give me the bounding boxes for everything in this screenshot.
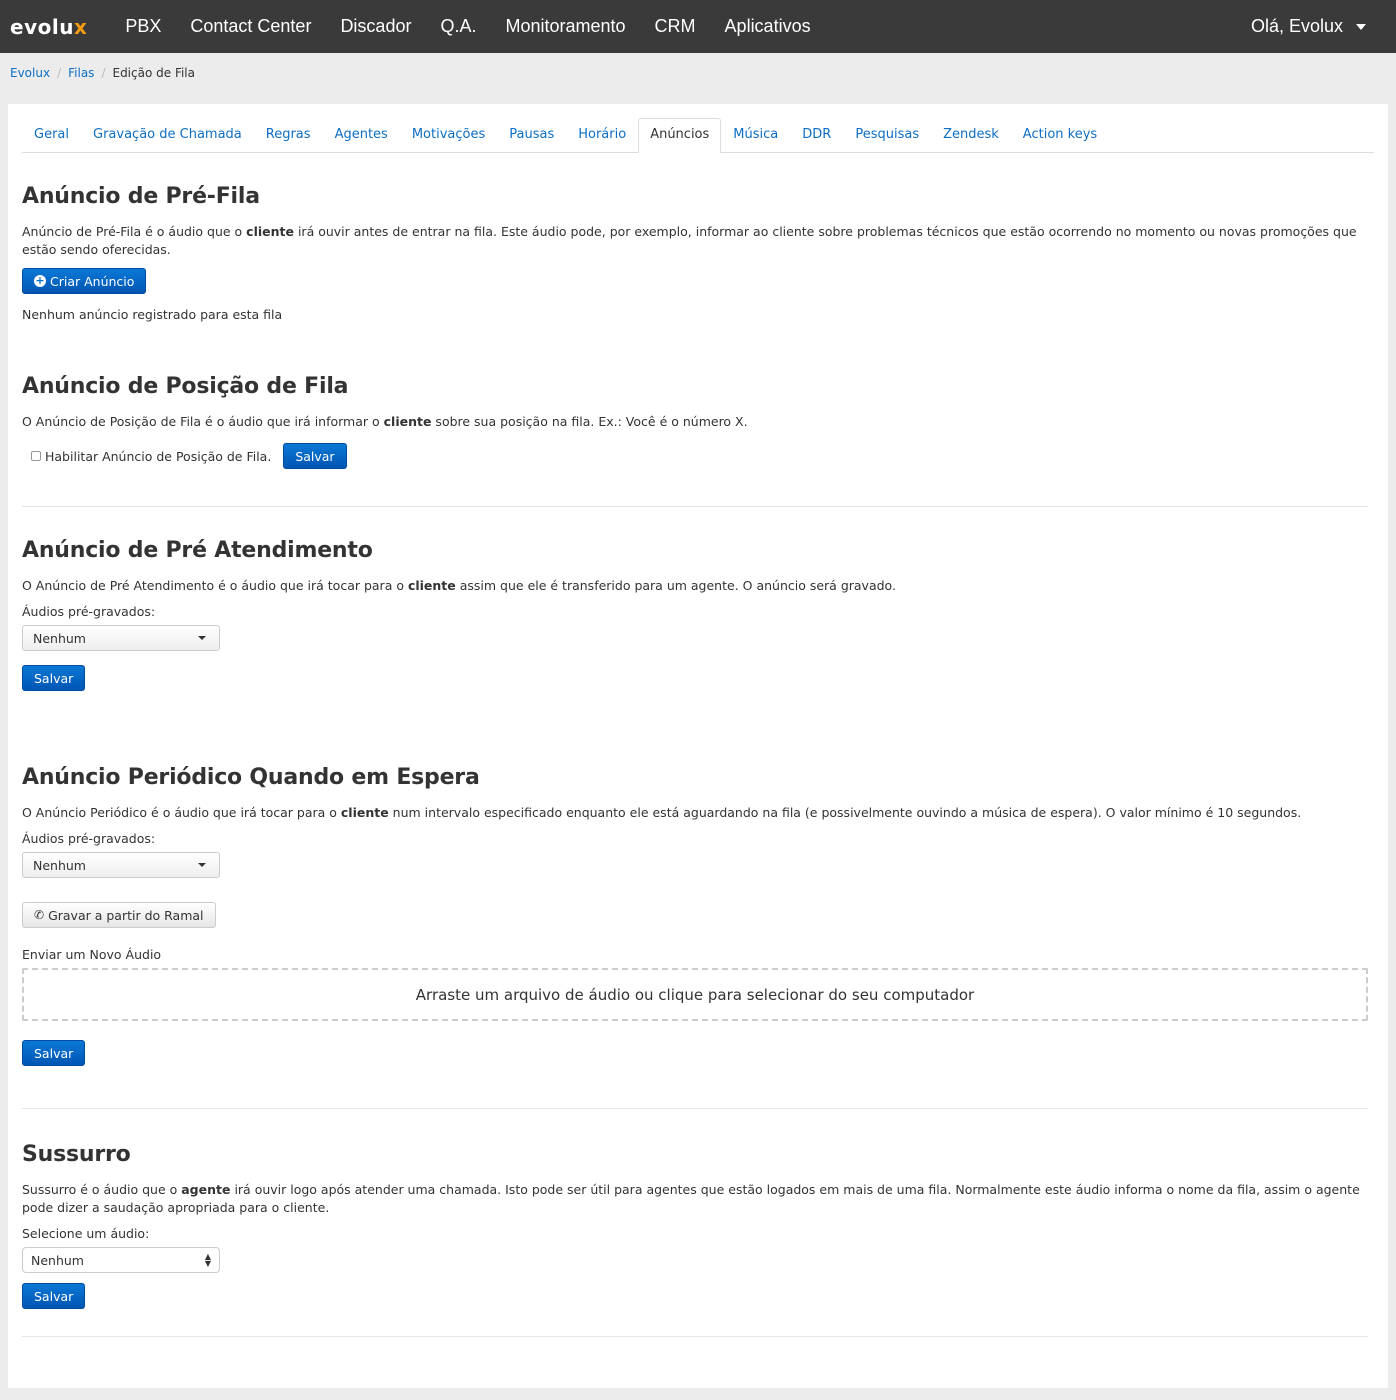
breadcrumb-link-evolux[interactable]: Evolux [10,66,50,80]
queue-tabs: Geral Gravação de Chamada Regras Agentes… [22,118,1374,153]
section-title: Sussurro [22,1142,131,1167]
tab-agentes[interactable]: Agentes [323,127,400,152]
nav-item-crm[interactable]: CRM [655,16,696,37]
section-posicao-fila: Anúncio de Posição de Fila O Anúncio de … [22,374,1372,469]
section-title: Anúncio de Pré Atendimento [22,538,373,563]
enable-position-announcement-checkbox[interactable] [31,451,41,461]
tab-pesquisas[interactable]: Pesquisas [843,127,931,152]
tab-zendesk[interactable]: Zendesk [931,127,1011,152]
plus-circle-icon: + [34,274,46,287]
breadcrumb: Evolux / Filas / Edição de Fila [0,53,1396,92]
tab-geral[interactable]: Geral [22,127,81,152]
nav-item-aplicativos[interactable]: Aplicativos [725,16,811,37]
chevron-down-icon [1356,23,1366,30]
divider [22,1108,1368,1109]
empty-state-text: Nenhum anúncio registrado para esta fila [22,307,283,322]
tab-pausas[interactable]: Pausas [497,127,566,152]
section-title: Anúncio Periódico Quando em Espera [22,765,480,790]
main-panel: Geral Gravação de Chamada Regras Agentes… [8,104,1388,1388]
tab-regras[interactable]: Regras [254,127,323,152]
nav-item-discador[interactable]: Discador [340,16,411,37]
nav-item-monitoramento[interactable]: Monitoramento [505,16,625,37]
tab-ddr[interactable]: DDR [790,127,843,152]
section-description: O Anúncio de Posição de Fila é o áudio q… [22,414,748,429]
tab-musica[interactable]: Música [721,127,790,152]
tab-gravacao-de-chamada[interactable]: Gravação de Chamada [81,127,254,152]
tab-motivacoes[interactable]: Motivações [400,127,497,152]
record-from-extension-button[interactable]: ✆ Gravar a partir do Ramal [22,902,216,928]
tab-action-keys[interactable]: Action keys [1011,127,1109,152]
evolux-logo[interactable]: evolux [10,15,87,39]
top-navbar: evolux PBX Contact Center Discador Q.A. … [0,0,1396,53]
whisper-audio-select[interactable]: Nenhum ▲ ▼ [22,1247,220,1273]
save-pre-atendimento-button[interactable]: Salvar [22,665,86,691]
create-announcement-button[interactable]: + Criar Anúncio [22,268,147,294]
user-greeting: Olá, Evolux [1250,16,1343,36]
section-description: Anúncio de Pré-Fila é o áudio que o clie… [22,224,1357,257]
section-periodico: Anúncio Periódico Quando em Espera O Anú… [22,765,1372,1066]
nav-item-pbx[interactable]: PBX [125,16,161,37]
section-description: Sussurro é o áudio que o agente irá ouvi… [22,1182,1360,1215]
save-sussurro-button[interactable]: Salvar [22,1283,86,1309]
enable-position-announcement-row: Habilitar Anúncio de Posição de Fila. [31,449,271,464]
nav-item-qa[interactable]: Q.A. [440,16,476,37]
up-down-arrows-icon: ▲ ▼ [204,1252,211,1268]
breadcrumb-separator: / [57,65,62,80]
section-title: Anúncio de Pré-Fila [22,184,260,209]
prerecorded-audio-label: Áudios pré-gravados: [22,604,156,619]
checkbox-label: Habilitar Anúncio de Posição de Fila. [45,448,272,464]
upload-audio-label: Enviar um Novo Áudio [22,947,162,962]
divider [22,506,1368,507]
breadcrumb-current: Edição de Fila [112,65,195,80]
save-periodico-button[interactable]: Salvar [22,1040,86,1066]
breadcrumb-link-filas[interactable]: Filas [68,66,94,80]
nav-item-contact-center[interactable]: Contact Center [190,16,311,37]
breadcrumb-separator: / [101,65,106,80]
save-position-button[interactable]: Salvar [283,443,347,469]
prerecorded-audio-label: Áudios pré-gravados: [22,831,156,846]
section-pre-atendimento: Anúncio de Pré Atendimento O Anúncio de … [22,538,1372,691]
main-nav: PBX Contact Center Discador Q.A. Monitor… [125,16,839,37]
section-description: O Anúncio de Pré Atendimento é o áudio q… [22,578,896,593]
tab-horario[interactable]: Horário [566,127,638,152]
caret-down-icon [198,636,206,640]
phone-icon: ✆ [34,908,45,922]
select-audio-label: Selecione um áudio: [22,1226,150,1241]
section-pre-fila: Anúncio de Pré-Fila Anúncio de Pré-Fila … [22,184,1372,333]
section-sussurro: Sussurro Sussurro é o áudio que o agente… [22,1142,1372,1309]
section-description: O Anúncio Periódico é o áudio que irá to… [22,805,1302,820]
prerecorded-audio-dropdown[interactable]: Nenhum [22,625,220,651]
divider [22,1336,1368,1337]
caret-down-icon [198,863,206,867]
tab-anuncios[interactable]: Anúncios [638,118,722,153]
user-menu[interactable]: Olá, Evolux [1251,16,1366,37]
section-title: Anúncio de Posição de Fila [22,374,349,399]
audio-dropzone[interactable]: Arraste um arquivo de áudio ou clique pa… [22,968,1368,1021]
prerecorded-audio-dropdown[interactable]: Nenhum [22,852,220,878]
